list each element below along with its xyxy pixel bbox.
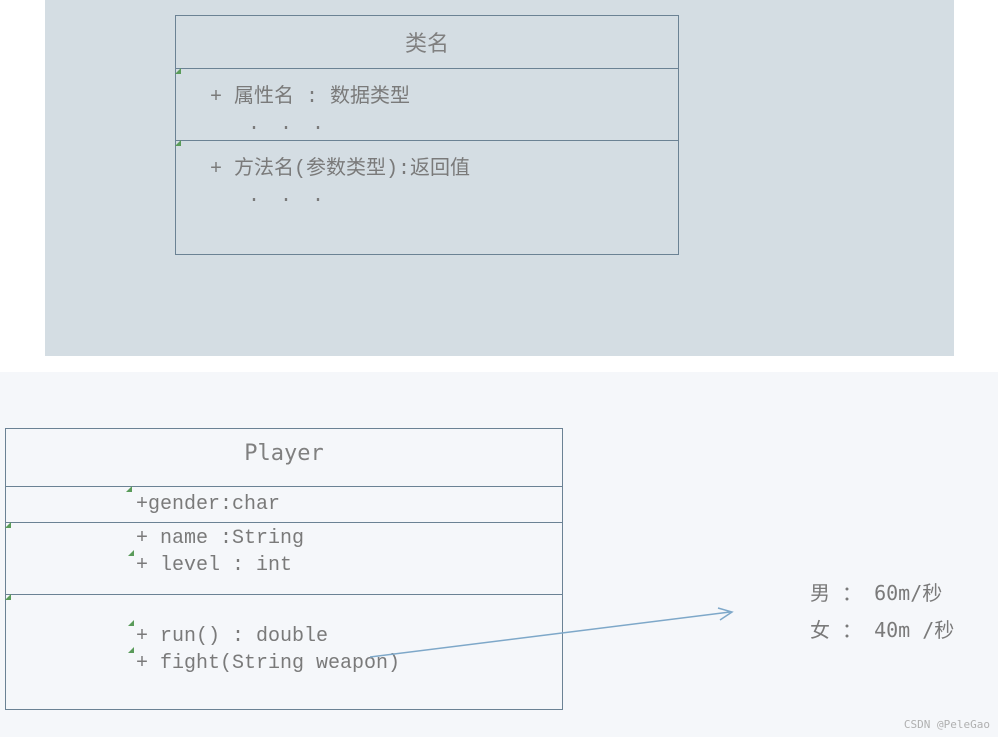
corner-mark-icon [128, 620, 134, 626]
player-title-text: Player [244, 441, 323, 466]
uml-player-box: Player +gender:char + name :String + lev… [5, 428, 563, 710]
corner-mark-icon [175, 140, 181, 146]
method-line: + 方法名(参数类型):返回值 [188, 149, 666, 183]
corner-mark-icon [5, 522, 11, 528]
attributes-section: + 属性名 : 数据类型 . . . [176, 69, 678, 141]
annotation-female: 女 ： 40m /秒 [810, 614, 954, 643]
bottom-panel: Player +gender:char + name :String + lev… [0, 372, 998, 737]
attribute-line: + 属性名 : 数据类型 [188, 77, 666, 111]
methods-section: + 方法名(参数类型):返回值 . . . [176, 141, 678, 249]
attribute-line: +gender:char [136, 491, 442, 518]
ellipsis: . . . [188, 183, 388, 210]
arrow-icon [370, 602, 750, 662]
corner-mark-icon [128, 647, 134, 653]
player-attr-section-2: + name :String + level : int [6, 523, 562, 595]
corner-mark-icon [175, 68, 181, 74]
uml-class-template-box: 类名 + 属性名 : 数据类型 . . . + 方法名(参数类型):返回值 . … [175, 15, 679, 255]
watermark: CSDN @PeleGao [904, 718, 990, 731]
class-name-header: 类名 [176, 16, 678, 69]
ellipsis: . . . [188, 111, 388, 138]
attribute-line: + level : int [136, 552, 442, 579]
top-panel: 类名 + 属性名 : 数据类型 . . . + 方法名(参数类型):返回值 . … [45, 0, 954, 356]
class-name-label: 类名 [405, 32, 449, 57]
corner-mark-icon [126, 486, 132, 492]
attribute-line: + name :String [136, 525, 442, 552]
corner-mark-icon [128, 550, 134, 556]
annotation-male: 男 ： 60m/秒 [810, 577, 942, 606]
player-title: Player [6, 429, 562, 487]
player-attr-section-1: +gender:char [6, 487, 562, 523]
corner-mark-icon [5, 594, 11, 600]
